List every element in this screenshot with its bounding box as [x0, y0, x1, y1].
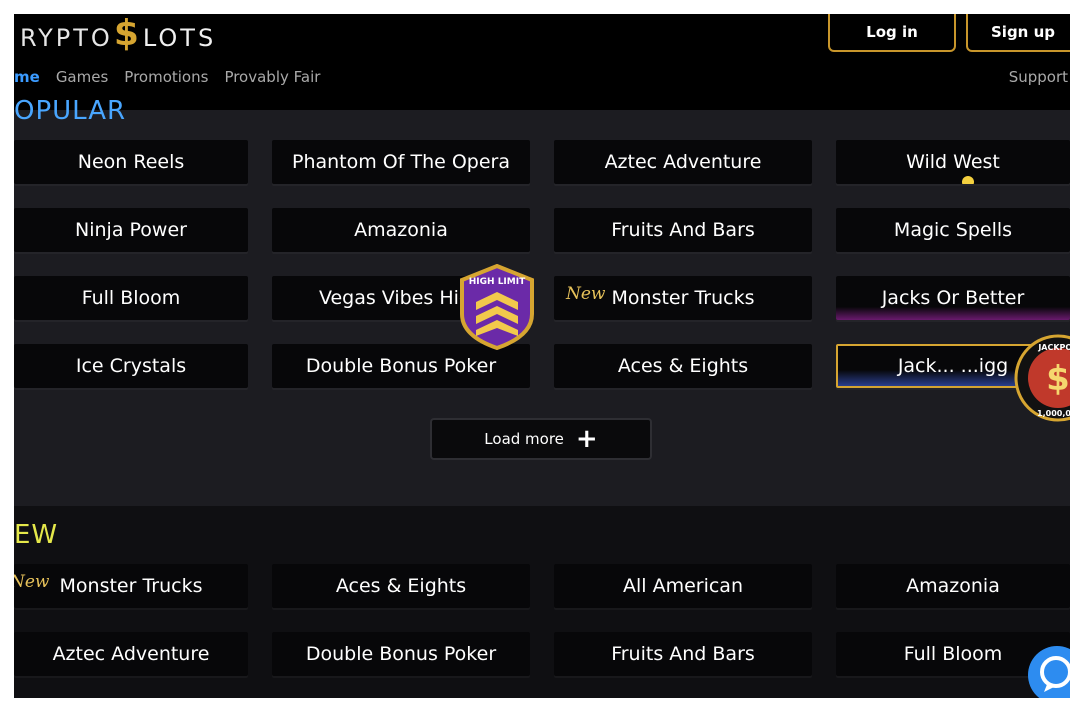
game-tile[interactable]: Aces & Eights [272, 564, 530, 608]
new-tag: New [14, 572, 50, 592]
svg-text:$: $ [1046, 359, 1070, 399]
nav-home[interactable]: me [14, 68, 40, 92]
jackpot-badge-icon: $ JACKPOT 1,000,0 [1014, 334, 1070, 422]
game-tile[interactable]: Aztec Adventure [554, 140, 812, 184]
game-title: Jacks Or Better [881, 287, 1025, 309]
game-title: Fruits And Bars [611, 643, 755, 665]
game-tile[interactable]: Double Bonus Poker [272, 344, 530, 388]
high-limit-badge-icon: HIGH LIMIT [460, 264, 534, 350]
signup-button[interactable]: Sign up [966, 14, 1070, 52]
game-title: Full Bloom [903, 643, 1003, 665]
game-title: Phantom Of The Opera [291, 151, 511, 173]
game-tile[interactable]: NewMonster Trucks [554, 276, 812, 320]
site-logo[interactable]: RYPTO $ LOTS [20, 14, 217, 54]
app-frame: RYPTO $ LOTS Log in Sign up me Games Pro… [14, 14, 1070, 698]
logo-prefix: RYPTO [20, 24, 113, 52]
game-title: Wild West [906, 151, 1000, 173]
game-tile[interactable]: Aztec Adventure [14, 632, 248, 676]
game-title: Double Bonus Poker [305, 355, 497, 377]
game-tile[interactable]: Neon Reels [14, 140, 248, 184]
game-title: Jack... ...igg [897, 355, 1009, 377]
game-title: Monster Trucks [59, 575, 203, 597]
game-tile[interactable]: Amazonia [836, 564, 1070, 608]
nav-games[interactable]: Games [56, 68, 108, 92]
jackpot-badge-text: JACKPOT [1037, 343, 1070, 352]
high-limit-badge-text: HIGH LIMIT [469, 277, 526, 287]
game-title: Monster Trucks [611, 287, 755, 309]
plus-icon: + [575, 424, 598, 454]
game-tile[interactable]: Double Bonus Poker [272, 632, 530, 676]
login-button[interactable]: Log in [828, 14, 956, 52]
game-tile[interactable]: Amazonia [272, 208, 530, 252]
nav-promotions[interactable]: Promotions [124, 68, 208, 92]
tile-indicator [962, 176, 974, 184]
game-title: Full Bloom [81, 287, 181, 309]
game-title: Aces & Eights [617, 355, 749, 377]
game-title: Magic Spells [893, 219, 1013, 241]
game-tile[interactable]: Aces & Eights [554, 344, 812, 388]
game-title: Ice Crystals [75, 355, 187, 377]
nav-provably-fair[interactable]: Provably Fair [224, 68, 320, 92]
game-tile[interactable]: Fruits And Bars [554, 208, 812, 252]
game-tile[interactable]: Jacks Or Better [836, 276, 1070, 320]
game-title: All American [622, 575, 743, 597]
game-title: Neon Reels [77, 151, 185, 173]
game-title: Amazonia [354, 219, 448, 241]
load-more-label: Load more [484, 430, 564, 448]
game-title: Aces & Eights [335, 575, 467, 597]
game-title: Amazonia [906, 575, 1000, 597]
load-more-button[interactable]: Load more + [430, 418, 652, 460]
game-tile[interactable]: Full Bloom [14, 276, 248, 320]
logo-dollar: $ [113, 14, 142, 54]
top-bar: RYPTO $ LOTS Log in Sign up me Games Pro… [14, 14, 1070, 110]
game-title: Ninja Power [75, 219, 187, 241]
jackpot-amount: 1,000,0 [1037, 409, 1070, 418]
popular-section-title: OPULAR [14, 96, 127, 126]
game-tile[interactable]: All American [554, 564, 812, 608]
game-title: Aztec Adventure [604, 151, 762, 173]
game-tile[interactable]: Ninja Power [14, 208, 248, 252]
game-tile[interactable]: Wild West [836, 140, 1070, 184]
game-tile[interactable]: Fruits And Bars [554, 632, 812, 676]
new-tag: New [566, 284, 606, 304]
game-title: Aztec Adventure [52, 643, 210, 665]
game-tile[interactable]: New Monster Trucks [14, 564, 248, 608]
new-section-title: EW [14, 520, 59, 550]
logo-suffix: LOTS [142, 24, 217, 52]
support-link[interactable]: Support [1009, 68, 1068, 86]
game-title: Fruits And Bars [611, 219, 755, 241]
main-nav: me Games Promotions Provably Fair [14, 68, 320, 92]
game-tile[interactable]: Ice Crystals [14, 344, 248, 388]
chat-icon[interactable] [1028, 646, 1070, 698]
game-tile[interactable]: Magic Spells [836, 208, 1070, 252]
game-title: Double Bonus Poker [305, 643, 497, 665]
game-tile[interactable]: Phantom Of The Opera [272, 140, 530, 184]
